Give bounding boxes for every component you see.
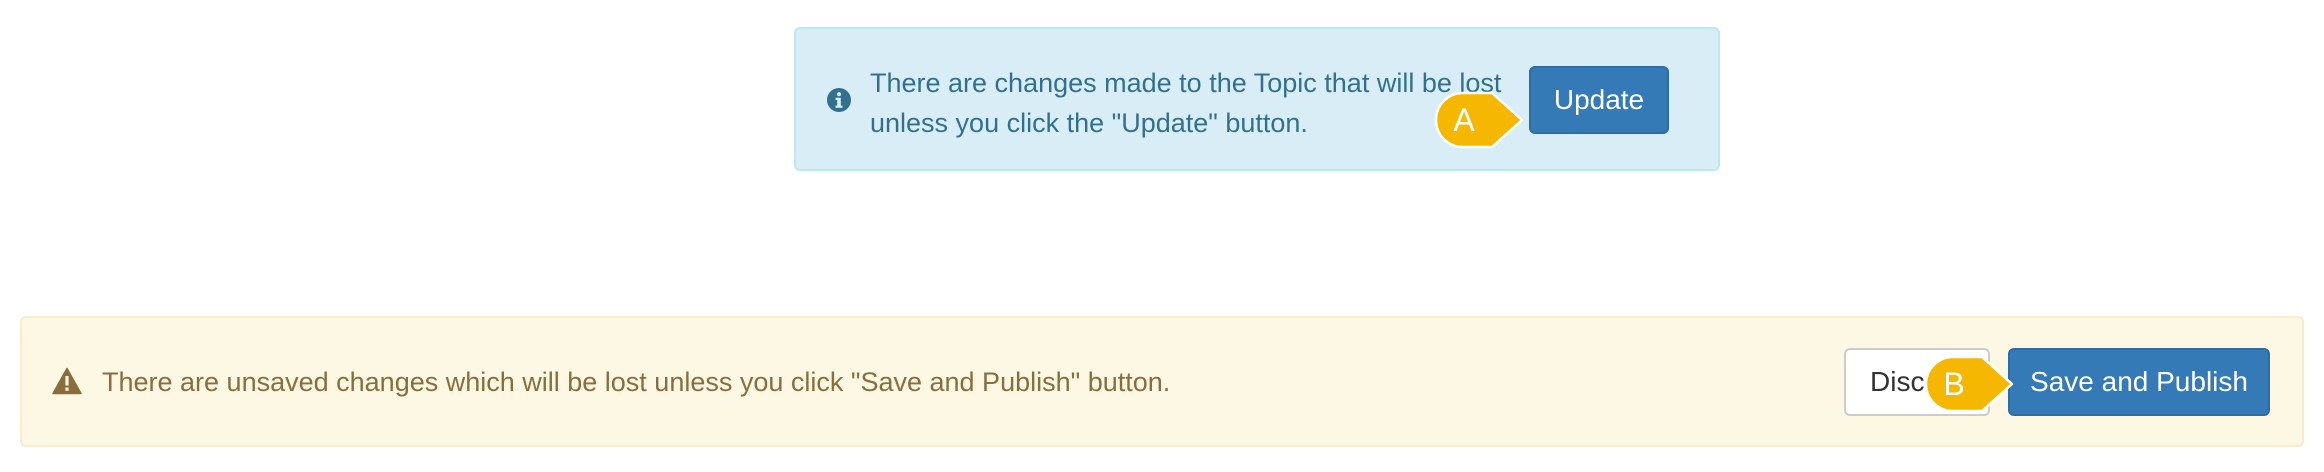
topic-changes-message: There are changes made to the Topic that…: [870, 68, 1502, 138]
update-button[interactable]: Update: [1529, 66, 1669, 134]
info-circle-icon: [827, 88, 851, 112]
callout-marker-a: A: [1434, 91, 1526, 149]
callout-marker-b: B: [1924, 355, 2016, 413]
callout-label-a: A: [1453, 102, 1475, 138]
callout-label-b: B: [1943, 366, 1965, 402]
save-and-publish-button[interactable]: Save and Publish: [2008, 348, 2270, 416]
warning-triangle-icon: [52, 367, 82, 395]
unsaved-changes-message: There are unsaved changes which will be …: [102, 367, 1171, 397]
topic-changes-alert: There are changes made to the Topic that…: [794, 27, 1720, 171]
